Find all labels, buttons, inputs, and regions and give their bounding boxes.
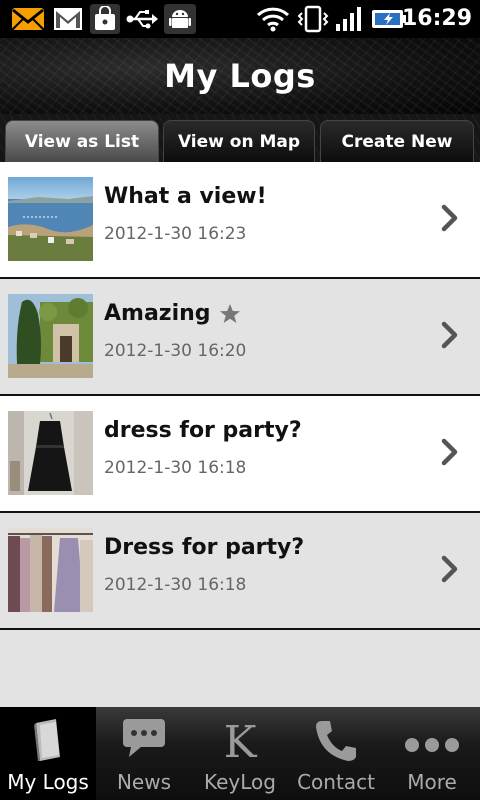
- chevron-right-icon: [441, 321, 458, 349]
- vibrate-icon: [296, 4, 330, 34]
- book-icon: [34, 719, 60, 761]
- log-date: 2012-1-30 16:18: [104, 575, 247, 595]
- shopping-bag-icon: [90, 4, 120, 34]
- mail-alert-icon: [10, 4, 46, 34]
- nav-label: News: [116, 770, 172, 794]
- black-dress-photo: [8, 411, 93, 495]
- signal-icon: [334, 4, 364, 34]
- log-title: dress for party?: [104, 418, 302, 443]
- svg-text:K: K: [224, 717, 258, 763]
- list-item[interactable]: dress for party? 2012-1-30 16:18: [0, 396, 480, 513]
- log-title-text: Dress for party?: [104, 535, 305, 560]
- android-debug-icon: [164, 4, 196, 34]
- log-title: Amazing: [104, 301, 241, 326]
- nav-news[interactable]: News: [96, 707, 192, 800]
- log-date: 2012-1-30 16:18: [104, 458, 247, 478]
- tab-label: Create New: [341, 131, 453, 152]
- usb-icon: [125, 4, 159, 34]
- log-title-text: dress for party?: [104, 418, 302, 443]
- bottom-tab-bar: My Logs News K KeyLog Contact More: [0, 707, 480, 800]
- chat-bubble-icon: [123, 719, 165, 757]
- nav-label: More: [407, 770, 457, 794]
- page-title: My Logs: [164, 57, 316, 95]
- nav-my-logs[interactable]: My Logs: [0, 707, 96, 800]
- tab-create-new[interactable]: Create New: [320, 120, 474, 162]
- gmail-icon: [52, 4, 84, 34]
- clock-time: 16:29: [401, 6, 472, 31]
- tab-view-as-list[interactable]: View as List: [5, 120, 159, 162]
- log-date: 2012-1-30 16:20: [104, 341, 247, 361]
- log-list: What a view! 2012-1-30 16:23 Amazing 201…: [0, 162, 480, 707]
- chevron-right-icon: [441, 438, 458, 466]
- harbor-photo: [8, 177, 93, 261]
- nav-label: My Logs: [7, 770, 89, 794]
- nav-label: Contact: [297, 770, 375, 794]
- nav-more[interactable]: More: [384, 707, 480, 800]
- list-item[interactable]: What a view! 2012-1-30 16:23: [0, 162, 480, 279]
- title-bar: My Logs: [0, 38, 480, 114]
- wifi-icon: [255, 4, 291, 34]
- phone-icon: [316, 721, 356, 761]
- more-dots-icon: [405, 738, 459, 752]
- list-item[interactable]: Dress for party? 2012-1-30 16:18: [0, 513, 480, 630]
- nav-contact[interactable]: Contact: [288, 707, 384, 800]
- dress-rack-photo: [8, 528, 93, 612]
- log-title-text: Amazing: [104, 301, 211, 326]
- list-item[interactable]: Amazing 2012-1-30 16:20: [0, 279, 480, 396]
- tab-label: View on Map: [177, 131, 301, 152]
- log-title: Dress for party?: [104, 535, 304, 560]
- chevron-right-icon: [441, 204, 458, 232]
- tab-label: View as List: [24, 131, 140, 152]
- chevron-right-icon: [441, 555, 458, 583]
- garden-photo: [8, 294, 93, 378]
- view-tab-bar: View as List View on Map Create New: [0, 114, 480, 162]
- nav-keylog[interactable]: K KeyLog: [192, 707, 288, 800]
- log-date: 2012-1-30 16:23: [104, 224, 247, 244]
- log-title-text: What a view!: [104, 184, 267, 209]
- tab-view-on-map[interactable]: View on Map: [163, 120, 315, 162]
- nav-label: KeyLog: [204, 770, 276, 794]
- k-letter-icon: K: [224, 717, 258, 763]
- star-icon: [219, 303, 240, 323]
- log-title: What a view!: [104, 184, 267, 209]
- status-bar: 16:29: [0, 0, 480, 38]
